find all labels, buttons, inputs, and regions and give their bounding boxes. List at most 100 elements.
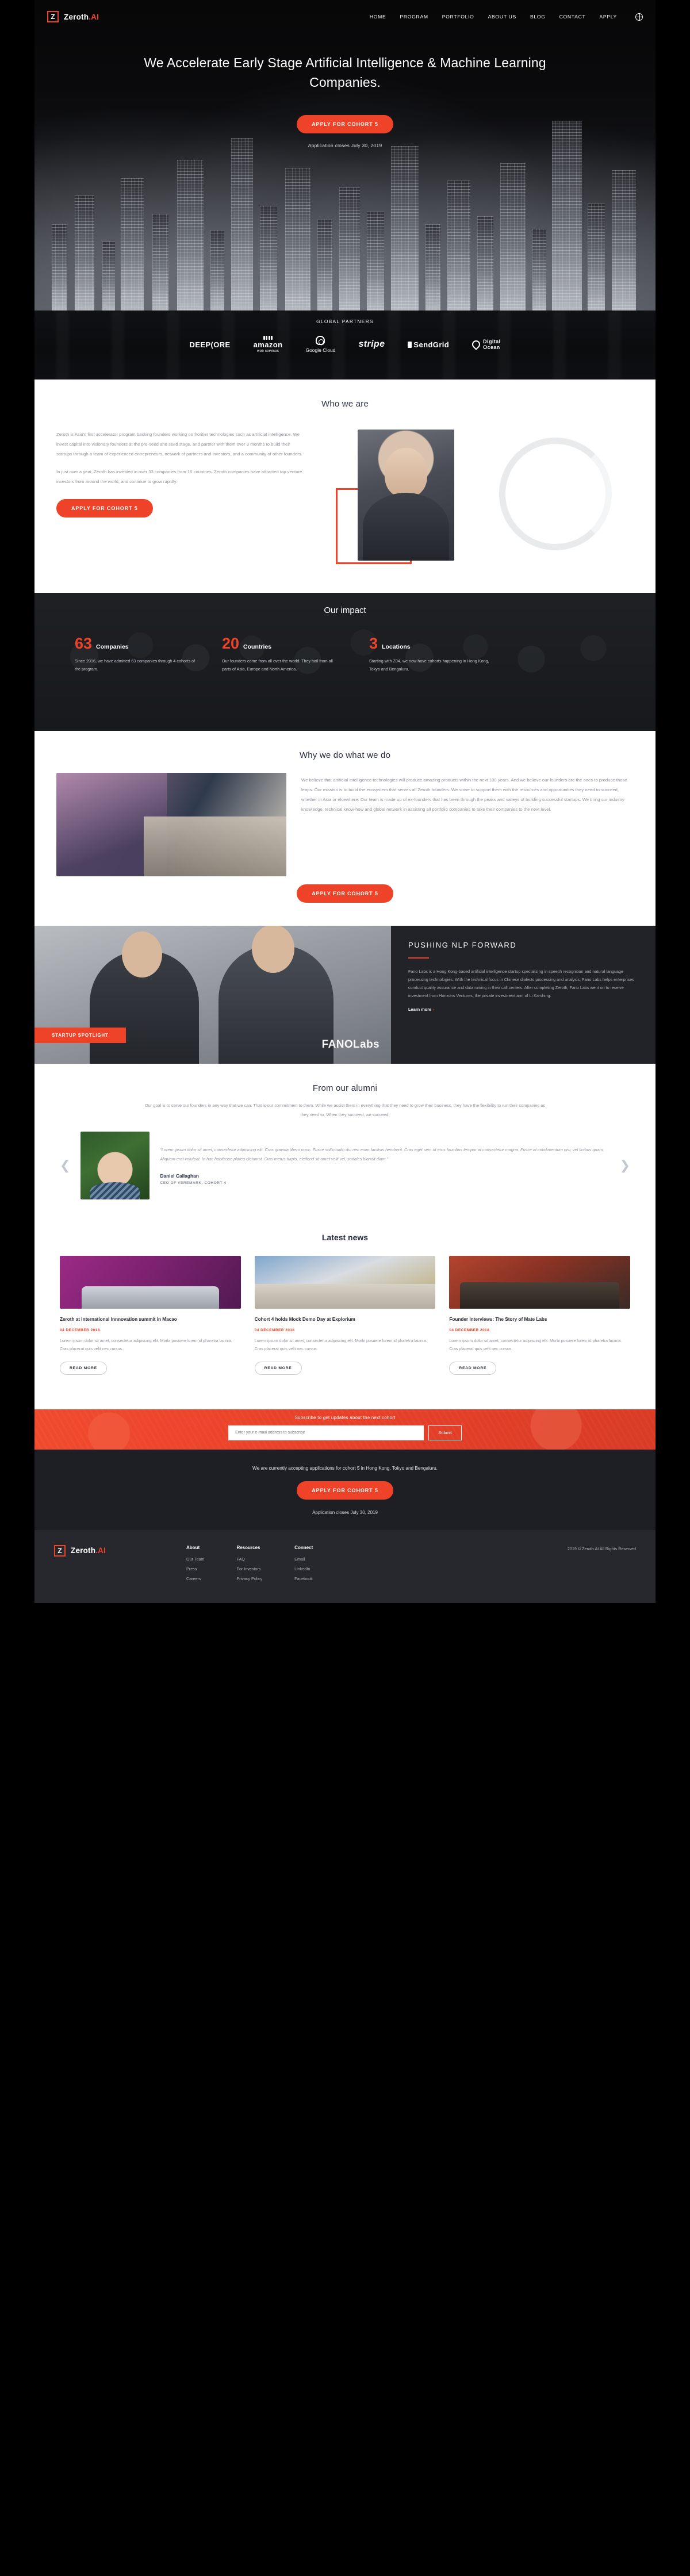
news-card-image <box>449 1255 631 1309</box>
skyline-building <box>447 181 470 310</box>
testimonial-author-role: CEO OF VEREMARK, COHORT 4 <box>160 1180 227 1185</box>
footer-logo-text: Zeroth.AI <box>71 1546 106 1555</box>
hero-headline: We Accelerate Early Stage Artificial Int… <box>144 55 546 90</box>
footer-logo[interactable]: Z Zeroth.AI <box>54 1544 186 1586</box>
partner-logo-deepcore: DEEP(ORE <box>189 340 231 349</box>
why-apply-button[interactable]: APPLY FOR COHORT 5 <box>297 884 393 903</box>
subscribe-label: Subscribe to get updates about the next … <box>294 1414 396 1420</box>
testimonial-quote: “Lorem ipsum dolor sit amet, consectetur… <box>160 1147 604 1162</box>
footer-link-for-investors[interactable]: For Investors <box>236 1566 262 1571</box>
stat-number: 20 <box>222 635 240 652</box>
site-logo[interactable]: Z Zeroth.AI <box>47 11 99 22</box>
logo-text: Zeroth.AI <box>64 12 99 21</box>
stat-item: 3 Locations Starting with Z04, we now ha… <box>369 636 490 674</box>
apply-band-button[interactable]: APPLY FOR COHORT 5 <box>297 1481 393 1500</box>
subscribe-email-input[interactable] <box>228 1425 424 1440</box>
footer-column-connect: Connect Email LinkedIn Facebook <box>294 1545 313 1586</box>
nav-link-blog[interactable]: BLOG <box>530 14 546 20</box>
news-card-date: 04 DECEMBER 2018 <box>449 1328 490 1333</box>
footer-link-email[interactable]: Email <box>294 1557 313 1562</box>
skyline-building <box>500 163 526 310</box>
subscribe-form: Submit <box>34 1425 656 1440</box>
nav-link-apply[interactable]: APPLY <box>599 14 617 20</box>
footer-link-faq[interactable]: FAQ <box>236 1557 262 1562</box>
skyline-building <box>102 241 115 310</box>
globe-icon[interactable] <box>635 13 643 21</box>
logo-mark-icon: Z <box>47 11 59 22</box>
nav-links: HOME PROGRAM PORTFOLIO ABOUT US BLOG CON… <box>370 13 643 21</box>
footer-column-heading: Resources <box>236 1544 260 1550</box>
why-office-image <box>56 773 286 876</box>
skyline-building <box>75 195 94 310</box>
news-card-title: Founder Interviews: The Story of Mate La… <box>449 1316 547 1322</box>
skyline-building <box>339 187 360 310</box>
news-grid: Zeroth at International Innnovation summ… <box>34 1242 656 1381</box>
footer-column-heading: Connect <box>294 1544 313 1550</box>
landing-page: Z Zeroth.AI HOME PROGRAM PORTFOLIO ABOUT… <box>0 0 690 1603</box>
nav-link-contact[interactable]: CONTACT <box>559 14 586 20</box>
chevron-right-icon: › <box>433 1007 435 1013</box>
stat-number: 63 <box>75 635 93 652</box>
chevron-right-icon[interactable]: ❯ <box>620 1159 630 1172</box>
partner-logo-digitalocean: Digital Ocean <box>470 339 500 351</box>
why-we-do-section: Why we do what we do We believe that art… <box>34 731 656 926</box>
news-card-image <box>60 1255 241 1309</box>
read-more-button[interactable]: READ MORE <box>254 1361 302 1375</box>
skyline-building <box>532 229 546 310</box>
news-card[interactable]: Founder Interviews: The Story of Mate La… <box>449 1255 631 1375</box>
skyline-building <box>317 220 332 310</box>
aws-people-icon <box>263 336 273 340</box>
footer-column-resources: Resources FAQ For Investors Privacy Poli… <box>236 1545 262 1586</box>
footer-link-linkedin[interactable]: LinkedIn <box>294 1566 313 1571</box>
footer-link-careers[interactable]: Careers <box>186 1576 204 1581</box>
stat-description: Our founders come from all over the worl… <box>222 658 333 672</box>
decorative-ring <box>499 438 612 550</box>
read-more-button[interactable]: READ MORE <box>449 1361 497 1375</box>
skyline-building <box>231 138 253 310</box>
footer-column-about: About Our Team Press Careers <box>186 1545 204 1586</box>
stat-item: 20 Countries Our founders come from all … <box>222 636 343 674</box>
sendgrid-mark-icon <box>408 341 412 348</box>
nav-link-portfolio[interactable]: PORTFOLIO <box>442 14 474 20</box>
skyline-building <box>121 178 144 310</box>
news-card-title: Cohort 4 holds Mock Demo Day at Exploriu… <box>254 1316 355 1322</box>
subscribe-section: Subscribe to get updates about the next … <box>34 1409 656 1450</box>
stat-label: Companies <box>96 643 129 650</box>
nav-link-about-us[interactable]: ABOUT US <box>488 14 516 20</box>
partner-logo-google-cloud: Google Cloud <box>305 336 335 353</box>
skyline-building <box>177 160 204 310</box>
subscribe-submit-button[interactable]: Submit <box>428 1425 462 1440</box>
apply-band-section: We are currently accepting applications … <box>34 1449 656 1530</box>
fanolabs-logo: FANOLabs <box>321 1038 379 1051</box>
startup-spotlight-section: FANOLabs STARTUP SPOTLIGHT PUSHING NLP F… <box>34 926 656 1064</box>
chevron-left-icon[interactable]: ❮ <box>60 1159 70 1172</box>
partner-logo-stripe: stripe <box>358 339 385 350</box>
footer-link-facebook[interactable]: Facebook <box>294 1576 313 1581</box>
skyline-building <box>367 212 384 310</box>
testimonial-carousel: ❮ “Lorem ipsum dolor sit amet, consectet… <box>34 1120 656 1199</box>
stat-label: Countries <box>243 643 272 650</box>
news-card-image <box>254 1255 436 1309</box>
who-apply-button[interactable]: APPLY FOR COHORT 5 <box>56 499 153 518</box>
news-card[interactable]: Cohort 4 holds Mock Demo Day at Exploriu… <box>254 1255 436 1375</box>
footer-link-privacy-policy[interactable]: Privacy Policy <box>236 1576 262 1581</box>
hero-cta-wrapper: APPLY FOR COHORT 5 <box>34 115 656 134</box>
footer-column-heading: About <box>186 1544 200 1550</box>
footer-link-our-team[interactable]: Our Team <box>186 1557 204 1562</box>
news-card[interactable]: Zeroth at International Innnovation summ… <box>60 1255 241 1375</box>
spotlight-learn-more-link[interactable]: Learn more › <box>408 1007 435 1012</box>
spotlight-body: Fano Labs is a Hong Kong-based artificia… <box>408 969 634 999</box>
nav-link-program[interactable]: PROGRAM <box>400 14 428 20</box>
footer-link-press[interactable]: Press <box>186 1566 204 1571</box>
nav-link-home[interactable]: HOME <box>370 14 386 20</box>
skyline-building <box>425 224 440 310</box>
partner-logo-aws: amazon web services <box>254 336 283 353</box>
hero-apply-button[interactable]: APPLY FOR COHORT 5 <box>297 115 393 134</box>
who-we-are-title: Who we are <box>321 399 369 409</box>
news-card-excerpt: Lorem ipsum dolor sit amet, consectetur … <box>449 1339 622 1352</box>
news-card-title: Zeroth at International Innnovation summ… <box>60 1316 177 1322</box>
skyline-building <box>210 230 224 310</box>
read-more-button[interactable]: READ MORE <box>60 1361 107 1375</box>
why-title: Why we do what we do <box>299 750 391 760</box>
global-partners-section: GLOBAL PARTNERS DEEP(ORE amazon web serv… <box>34 310 656 379</box>
